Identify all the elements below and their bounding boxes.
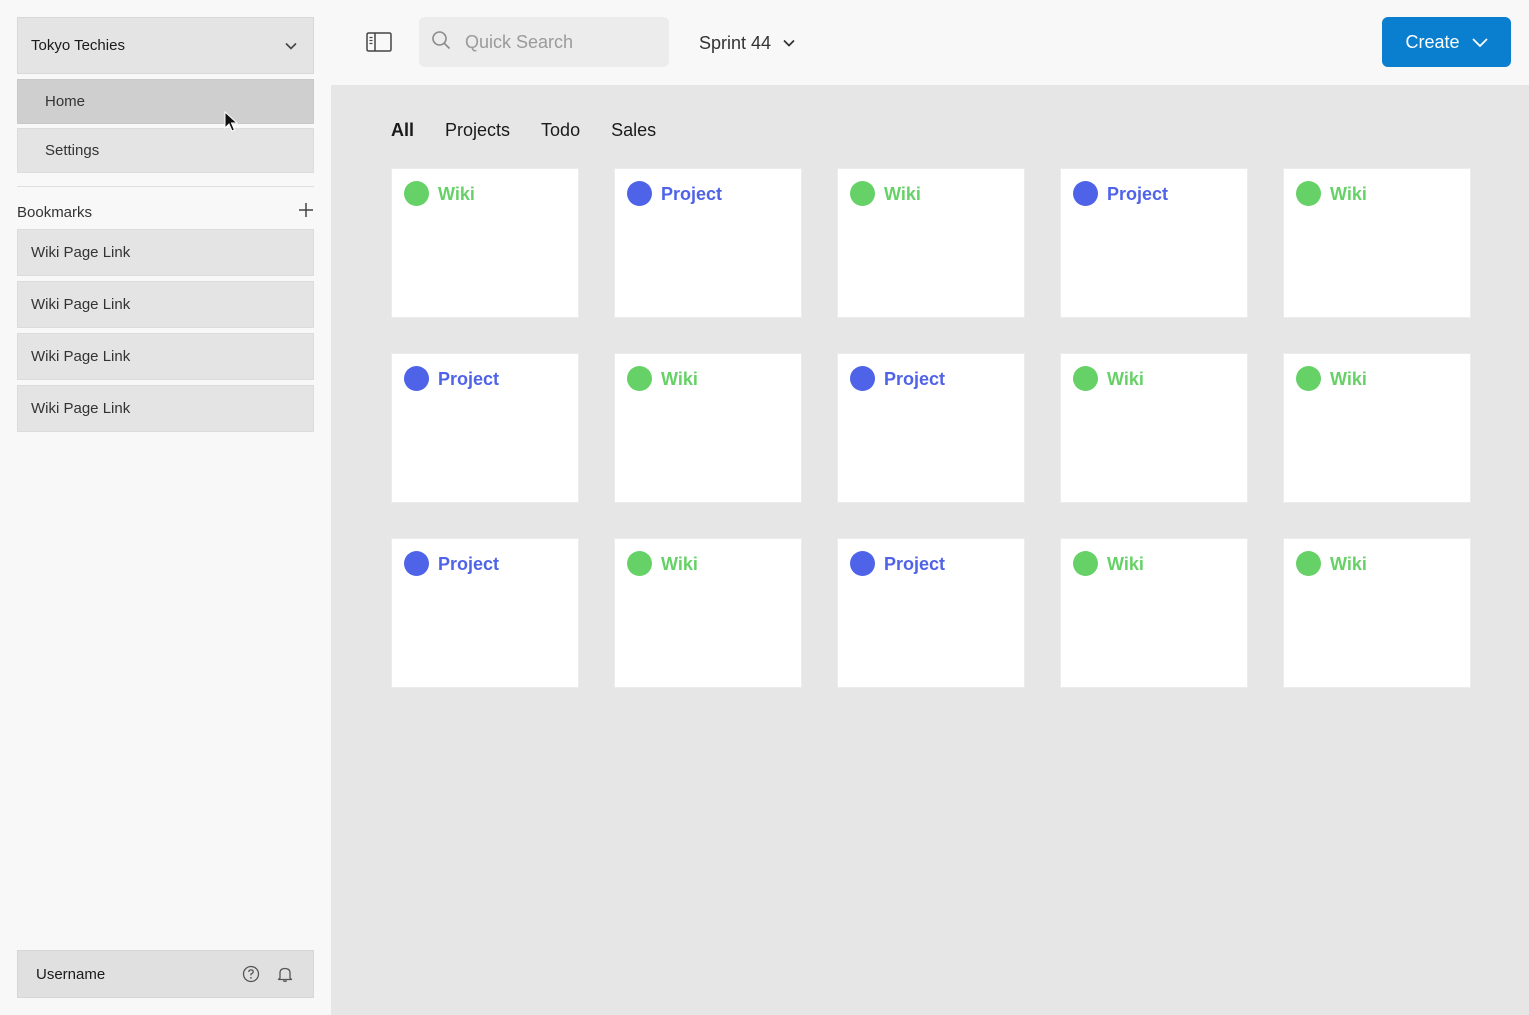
card-label: Project (1107, 184, 1169, 204)
project-dot-icon (850, 366, 875, 391)
sidebar-item-settings[interactable]: Settings (17, 128, 314, 173)
project-dot-icon (850, 551, 875, 576)
bookmark-label: Wiki Page Link (31, 296, 131, 313)
chevron-down-icon (1471, 37, 1488, 47)
chevron-down-icon (285, 37, 297, 54)
bookmark-link[interactable]: Wiki Page Link (17, 385, 314, 432)
card-label: Wiki (1107, 554, 1144, 574)
wiki-dot-icon (404, 181, 429, 206)
wiki-card[interactable]: Wiki (1060, 353, 1248, 503)
bookmarks-header: Bookmarks (17, 200, 314, 224)
search-input[interactable] (463, 30, 647, 54)
sidebar-divider (17, 186, 314, 187)
card-label: Wiki (438, 184, 475, 204)
sidebar: Tokyo Techies Home Settings Bookmarks Wi… (0, 0, 331, 1015)
wiki-card[interactable]: Wiki (391, 168, 579, 318)
add-bookmark-icon[interactable] (298, 202, 314, 222)
sidebar-item-label: Home (45, 93, 86, 110)
wiki-card[interactable]: Wiki (837, 168, 1025, 318)
card-label: Project (884, 554, 946, 574)
wiki-dot-icon (850, 181, 875, 206)
help-icon[interactable] (241, 964, 261, 984)
filter-tabs: All Projects Todo Sales (391, 120, 687, 141)
sidebar-item-label: Settings (45, 142, 100, 159)
sprint-label: Sprint 44 (699, 32, 772, 53)
card-label: Wiki (1330, 554, 1367, 574)
wiki-dot-icon (1296, 366, 1321, 391)
tab-all[interactable]: All (391, 120, 414, 141)
chevron-down-icon (783, 39, 795, 47)
card-label: Project (438, 554, 500, 574)
bookmark-link[interactable]: Wiki Page Link (17, 333, 314, 380)
card-label: Wiki (661, 554, 698, 574)
create-button[interactable]: Create (1382, 17, 1511, 67)
wiki-dot-icon (1296, 181, 1321, 206)
project-dot-icon (627, 181, 652, 206)
wiki-card[interactable]: Wiki (1283, 168, 1471, 318)
bookmark-label: Wiki Page Link (31, 400, 131, 417)
bookmark-label: Wiki Page Link (31, 348, 131, 365)
wiki-dot-icon (1073, 551, 1098, 576)
wiki-dot-icon (1296, 551, 1321, 576)
wiki-card[interactable]: Wiki (614, 538, 802, 688)
card-label: Project (884, 369, 946, 389)
search-icon (431, 30, 451, 55)
card-label: Wiki (1330, 184, 1367, 204)
sprint-selector[interactable]: Sprint 44 (699, 30, 795, 56)
wiki-dot-icon (1073, 366, 1098, 391)
project-card[interactable]: Project (391, 353, 579, 503)
card-label: Wiki (1107, 369, 1144, 389)
project-card[interactable]: Project (391, 538, 579, 688)
topbar: Sprint 44 Create (331, 0, 1529, 85)
wiki-card[interactable]: Wiki (1283, 353, 1471, 503)
bookmarks-title: Bookmarks (17, 203, 93, 221)
wiki-card[interactable]: Wiki (1060, 538, 1248, 688)
tab-todo[interactable]: Todo (541, 120, 580, 141)
sidebar-item-home[interactable]: Home (17, 79, 314, 124)
tab-sales[interactable]: Sales (611, 120, 656, 141)
workspace-name: Tokyo Techies (31, 37, 125, 54)
wiki-card[interactable]: Wiki (614, 353, 802, 503)
project-dot-icon (404, 551, 429, 576)
card-label: Wiki (884, 184, 921, 204)
search-box (419, 17, 669, 67)
project-dot-icon (1073, 181, 1098, 206)
card-label: Project (661, 184, 723, 204)
workspace-switcher[interactable]: Tokyo Techies (17, 17, 314, 74)
project-card[interactable]: Project (1060, 168, 1248, 318)
bell-icon[interactable] (275, 964, 295, 984)
tab-projects[interactable]: Projects (445, 120, 510, 141)
project-dot-icon (404, 366, 429, 391)
wiki-dot-icon (627, 551, 652, 576)
card-grid: Wiki Project Wiki Project Wiki Project Wiki Pro… (391, 168, 1471, 688)
project-card[interactable]: Project (837, 538, 1025, 688)
card-label: Project (438, 369, 500, 389)
username[interactable]: Username (36, 966, 105, 983)
sidebar-toggle-icon[interactable] (366, 31, 392, 53)
bookmark-link[interactable]: Wiki Page Link (17, 281, 314, 328)
bookmark-link[interactable]: Wiki Page Link (17, 229, 314, 276)
project-card[interactable]: Project (614, 168, 802, 318)
user-bar: Username (17, 950, 314, 998)
project-card[interactable]: Project (837, 353, 1025, 503)
bookmark-label: Wiki Page Link (31, 244, 131, 261)
wiki-dot-icon (627, 366, 652, 391)
card-label: Wiki (1330, 369, 1367, 389)
wiki-card[interactable]: Wiki (1283, 538, 1471, 688)
card-label: Wiki (661, 369, 698, 389)
create-button-label: Create (1405, 31, 1460, 52)
